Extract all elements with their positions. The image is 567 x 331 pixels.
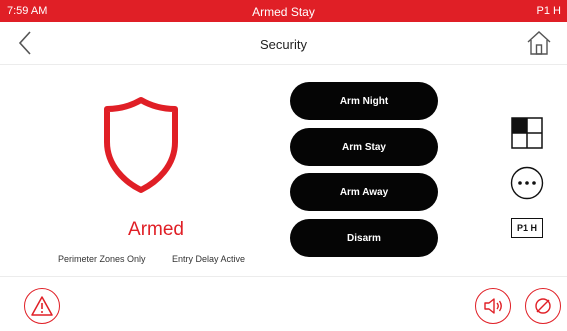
title-bar: Security: [0, 22, 567, 64]
entry-delay-note: Entry Delay Active: [172, 254, 246, 264]
panic-alert-icon: [31, 296, 53, 316]
more-options-button[interactable]: [510, 166, 544, 200]
arm-stay-button[interactable]: Arm Stay: [290, 128, 438, 166]
status-bar: 7:59 AM Armed Stay P1 H: [0, 0, 567, 22]
arm-night-button[interactable]: Arm Night: [290, 82, 438, 120]
shield-icon: [104, 97, 178, 193]
mute-button[interactable]: [525, 288, 561, 324]
partition-badge[interactable]: P1 H: [511, 218, 543, 238]
arm-mode-status: Armed Stay: [252, 5, 315, 19]
security-state: Armed: [128, 219, 184, 240]
home-button[interactable]: [525, 29, 553, 57]
mute-icon: [535, 298, 551, 314]
layout-grid-icon: [511, 117, 543, 149]
bottom-divider: [0, 276, 567, 277]
disarm-button[interactable]: Disarm: [290, 219, 438, 257]
header-divider: [0, 64, 567, 65]
arm-away-button[interactable]: Arm Away: [290, 173, 438, 211]
home-icon: [527, 31, 551, 55]
panic-button[interactable]: [24, 288, 60, 324]
page-title: Security: [260, 37, 307, 52]
more-options-icon: [510, 166, 544, 200]
layout-grid-button[interactable]: [511, 117, 543, 149]
partition-indicator: P1 H: [536, 5, 561, 17]
chime-button[interactable]: [475, 288, 511, 324]
chime-speaker-icon: [484, 298, 502, 314]
zone-note: Perimeter Zones Only: [58, 254, 146, 264]
